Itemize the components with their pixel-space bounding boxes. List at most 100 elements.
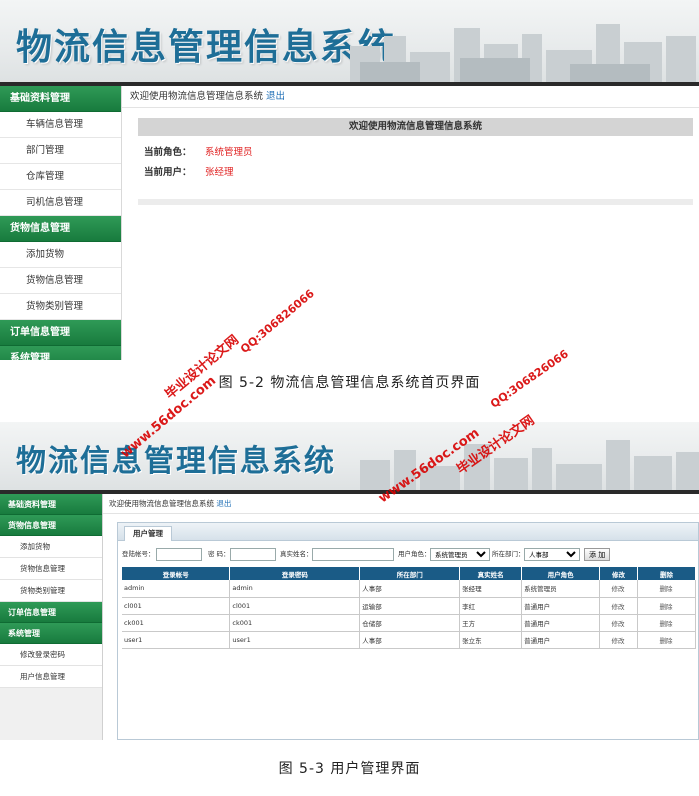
sidebar-item[interactable]: 部门管理 <box>0 138 121 164</box>
system-title: 物流信息管理信息系统 <box>16 444 336 479</box>
account-input[interactable] <box>156 548 202 561</box>
table-cell: 张经理 <box>459 580 523 598</box>
sidebar-section-header[interactable]: 订单信息管理 <box>0 602 102 623</box>
screenshot-home: 物流信息管理信息系统 基础资料管理 车辆信息管理 部门管理 仓库管理 司机信息管理 货物信… <box>0 0 699 360</box>
main-content: 欢迎使用物流信息管理信息系统 退出 用户管理 登陆帐号： 密 码： 真实姓名： … <box>103 494 699 740</box>
sidebar-item[interactable]: 货物信息管理 <box>0 268 121 294</box>
table-cell: ck001 <box>229 614 361 632</box>
column-header: 删除 <box>637 567 696 580</box>
column-header: 登录帐号 <box>122 567 231 580</box>
sidebar-item[interactable]: 司机信息管理 <box>0 190 121 216</box>
sidebar-item[interactable]: 车辆信息管理 <box>0 112 121 138</box>
table-cell: 张立东 <box>459 631 523 649</box>
sidebar-section-header[interactable]: 货物信息管理 <box>0 515 102 536</box>
header-banner: 物流信息管理信息系统 <box>0 0 699 84</box>
table-row: admin admin 人事部 张经理 系统管理员 修改 删除 <box>122 580 696 598</box>
dept-select[interactable]: 人事部 <box>524 548 580 561</box>
table-cell: 普通用户 <box>521 597 601 615</box>
figure-caption-5-2: 图 5-2 物流信息管理信息系统首页界面 <box>218 375 481 391</box>
sidebar-section-header[interactable]: 基础资料管理 <box>0 86 121 112</box>
role-value: 系统管理员 <box>205 147 253 158</box>
sidebar-item[interactable]: 货物类别管理 <box>0 294 121 320</box>
sidebar-section-header[interactable]: 系统管理 <box>0 346 121 360</box>
content-divider <box>138 199 693 205</box>
sidebar-item[interactable]: 货物信息管理 <box>0 558 102 580</box>
table-cell: 系统管理员 <box>521 580 601 598</box>
table-cell: 普通用户 <box>521 614 601 632</box>
tab-user-management[interactable]: 用户管理 <box>124 526 172 541</box>
user-table: 登录帐号 登录密码 所在部门 真实姓名 用户角色 修改 删除 admin admin 人事部 张经… <box>122 567 696 649</box>
welcome-bar: 欢迎使用物流信息管理信息系统 退出 <box>103 494 699 514</box>
sidebar-section-header[interactable]: 货物信息管理 <box>0 216 121 242</box>
dept-label: 所在部门： <box>492 550 525 558</box>
table-cell: user1 <box>122 631 231 649</box>
role-label: 当前角色： <box>144 147 192 158</box>
column-header: 登录密码 <box>229 567 361 580</box>
sidebar-section-header[interactable]: 系统管理 <box>0 623 102 644</box>
table-cell: 仓储部 <box>359 614 461 632</box>
table-cell: 王方 <box>459 614 523 632</box>
welcome-heading: 欢迎使用物流信息管理信息系统 <box>138 118 693 136</box>
table-cell: cl001 <box>122 597 231 615</box>
user-value: 张经理 <box>205 167 234 178</box>
table-cell: 人事部 <box>359 631 461 649</box>
table-cell: cl001 <box>229 597 361 615</box>
password-label: 密 码： <box>208 550 230 558</box>
table-cell: admin <box>122 580 231 598</box>
sidebar-item[interactable]: 仓库管理 <box>0 164 121 190</box>
sidebar-item[interactable]: 添加货物 <box>0 242 121 268</box>
user-label: 当前用户： <box>144 167 192 178</box>
header-banner: 物流信息管理信息系统 <box>0 422 699 492</box>
role-label: 用户角色： <box>398 550 431 558</box>
sidebar-item[interactable]: 添加货物 <box>0 536 102 558</box>
sidebar-item[interactable]: 货物类别管理 <box>0 580 102 602</box>
logout-link[interactable]: 退出 <box>216 499 231 508</box>
table-cell: 人事部 <box>359 580 461 598</box>
user-filter-form: 登陆帐号： 密 码： 真实姓名： 用户角色： 系统管理员 所在部门： 人事部 添… <box>122 548 696 562</box>
delete-link[interactable]: 删除 <box>637 580 696 598</box>
table-body: admin admin 人事部 张经理 系统管理员 修改 删除 cl001 cl001 运输部 李红… <box>122 580 696 649</box>
sidebar-item[interactable]: 修改登录密码 <box>0 644 102 666</box>
sidebar-section-header[interactable]: 订单信息管理 <box>0 320 121 346</box>
role-select[interactable]: 系统管理员 <box>430 548 490 561</box>
city-skyline-image <box>350 24 696 84</box>
column-header: 修改 <box>599 567 639 580</box>
column-header: 所在部门 <box>359 567 461 580</box>
add-user-button[interactable]: 添 加 <box>584 548 611 561</box>
column-header: 用户角色 <box>521 567 601 580</box>
password-input[interactable] <box>230 548 276 561</box>
current-user-row: 当前用户： 张经理 <box>144 164 234 178</box>
panel-tab-bar: 用户管理 <box>118 523 698 541</box>
table-cell: 普通用户 <box>521 631 601 649</box>
user-management-panel: 用户管理 登陆帐号： 密 码： 真实姓名： 用户角色： 系统管理员 所在部门： … <box>117 522 699 740</box>
realname-label: 真实姓名： <box>280 550 313 558</box>
table-row: user1 user1 人事部 张立东 普通用户 修改 删除 <box>122 631 696 649</box>
delete-link[interactable]: 删除 <box>637 597 696 615</box>
table-header-row: 登录帐号 登录密码 所在部门 真实姓名 用户角色 修改 删除 <box>122 567 696 580</box>
city-skyline-image <box>360 440 699 492</box>
account-label: 登陆帐号： <box>122 550 155 558</box>
edit-link[interactable]: 修改 <box>599 580 639 598</box>
current-role-row: 当前角色： 系统管理员 <box>144 144 253 158</box>
table-cell: 运输部 <box>359 597 461 615</box>
column-header: 真实姓名 <box>459 567 523 580</box>
delete-link[interactable]: 删除 <box>637 631 696 649</box>
realname-input[interactable] <box>312 548 394 561</box>
system-title: 物流信息管理信息系统 <box>16 27 397 68</box>
edit-link[interactable]: 修改 <box>599 631 639 649</box>
logout-link[interactable]: 退出 <box>266 91 285 102</box>
sidebar-item[interactable]: 用户信息管理 <box>0 666 102 688</box>
sidebar-nav: 基础资料管理 货物信息管理 添加货物 货物信息管理 货物类别管理 订单信息管理 系统管理 修改… <box>0 494 103 740</box>
edit-link[interactable]: 修改 <box>599 597 639 615</box>
table-cell: user1 <box>229 631 361 649</box>
welcome-text: 欢迎使用物流信息管理信息系统 <box>130 91 264 102</box>
table-cell: ck001 <box>122 614 231 632</box>
welcome-bar: 欢迎使用物流信息管理信息系统 退出 <box>122 86 699 108</box>
welcome-text: 欢迎使用物流信息管理信息系统 <box>109 499 214 508</box>
table-cell: admin <box>229 580 361 598</box>
edit-link[interactable]: 修改 <box>599 614 639 632</box>
sidebar-section-header[interactable]: 基础资料管理 <box>0 494 102 515</box>
delete-link[interactable]: 删除 <box>637 614 696 632</box>
main-content: 欢迎使用物流信息管理信息系统 退出 欢迎使用物流信息管理信息系统 当前角色： 系… <box>122 86 699 360</box>
table-cell: 李红 <box>459 597 523 615</box>
